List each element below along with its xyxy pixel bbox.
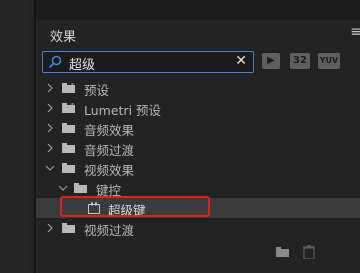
tree-item-label: 预设 — [84, 83, 110, 98]
preset-folder-icon: * — [62, 103, 75, 113]
search-row: 超级 ✕ ▶ 32 YUV — [42, 51, 354, 73]
search-value: 超级 — [69, 58, 96, 73]
tree-item-audio-transitions[interactable]: 音频过渡 — [36, 138, 360, 158]
yuv-filter-button[interactable]: YUV — [318, 53, 340, 69]
tree-item-label: 音频效果 — [84, 123, 135, 138]
trash-icon[interactable] — [303, 245, 315, 259]
tree-item-label: Lumetri 预设 — [84, 103, 162, 118]
panel-menu-icon[interactable]: ≡ — [350, 24, 360, 40]
folder-icon — [62, 143, 75, 153]
search-input[interactable]: 超级 ✕ — [42, 51, 254, 73]
chevron-right-icon[interactable] — [45, 123, 55, 133]
32bit-filter-button[interactable]: 32 — [290, 53, 310, 69]
tree-item-lumetri-presets[interactable]: * Lumetri 预设 — [36, 98, 360, 118]
chevron-right-icon[interactable] — [45, 143, 55, 153]
annotation-highlight-box — [60, 196, 210, 217]
panel-header: 效果 ≡ — [36, 20, 360, 48]
effects-panel: 效果 ≡ 超级 ✕ ▶ 32 YUV * 预设 * Lumetri 预设 音频效… — [36, 20, 360, 273]
svg-text:*: * — [71, 103, 74, 109]
chevron-right-icon[interactable] — [45, 103, 55, 113]
chevron-down-icon[interactable] — [58, 183, 68, 193]
folder-icon — [62, 123, 75, 133]
tree-item-label: 音频过渡 — [84, 143, 135, 158]
chevron-down-icon[interactable] — [45, 163, 55, 173]
left-panel-strip — [0, 0, 28, 273]
preset-folder-icon: * — [62, 83, 75, 93]
tree-item-video-transitions[interactable]: 视频过渡 — [36, 218, 360, 238]
clear-search-icon[interactable]: ✕ — [235, 53, 247, 69]
tree-item-label: 视频效果 — [84, 163, 135, 178]
folder-icon — [62, 223, 75, 233]
tree-item-video-effects[interactable]: 视频效果 — [36, 158, 360, 178]
tree-item-keying[interactable]: 键控 — [36, 178, 360, 198]
tree-item-audio-effects[interactable]: 音频效果 — [36, 118, 360, 138]
tree-item-presets[interactable]: * 预设 — [36, 78, 360, 98]
new-bin-icon[interactable] — [276, 247, 290, 257]
svg-text:*: * — [71, 83, 74, 89]
panel-title[interactable]: 效果 — [50, 26, 76, 45]
folder-icon — [62, 163, 75, 173]
chevron-right-icon[interactable] — [45, 83, 55, 93]
search-icon — [48, 55, 62, 69]
tree-item-label: 视频过渡 — [84, 223, 135, 238]
chevron-right-icon[interactable] — [45, 223, 55, 233]
folder-icon — [74, 183, 87, 193]
accelerated-effects-filter-button[interactable]: ▶ — [262, 53, 280, 69]
